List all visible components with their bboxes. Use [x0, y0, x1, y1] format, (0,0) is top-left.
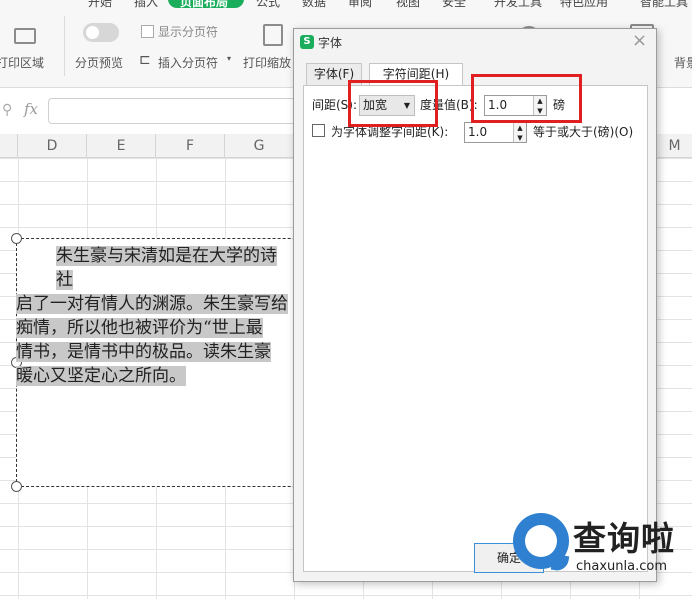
spin-down-icon[interactable]: ▼	[514, 133, 526, 143]
page-break-icon: ⊏	[139, 52, 151, 68]
magnifier-icon[interactable]: ⚲	[2, 102, 12, 118]
fx-icon[interactable]: fx	[24, 100, 38, 118]
ribbon-tabs: 开始 插入 页面布局 公式 数据 审阅 视图 安全 开发工具 特色应用 智能工具	[0, 0, 692, 10]
page-break-preview-label: 分页预览	[75, 56, 124, 70]
tab-formulas[interactable]: 公式	[256, 0, 280, 10]
watermark-text: 查询啦	[573, 519, 675, 558]
tab-review[interactable]: 审阅	[348, 0, 372, 10]
resize-handle-bottom-left[interactable]	[11, 481, 22, 492]
text-line: 启了一对有情人的渊源。朱生豪写给	[16, 294, 288, 314]
kerning-checkbox[interactable]	[312, 124, 325, 137]
text-line: 暖心又坚定心之所向。	[16, 366, 186, 386]
text-line: 朱生豪与宋清如是在大学的诗社	[56, 246, 277, 290]
text-box-content[interactable]: 朱生豪与宋清如是在大学的诗社 启了一对有情人的渊源。朱生豪写给 痴情，所以他也被…	[16, 244, 290, 388]
highlight-box-measure	[471, 74, 582, 123]
background-button[interactable]: 背景	[674, 54, 692, 71]
close-icon[interactable]: ×	[632, 31, 647, 51]
tab-page-layout-label: 页面布局	[180, 0, 229, 9]
kerning-spinner[interactable]: 1.0 ▲ ▼	[464, 122, 527, 143]
tab-smart-tools[interactable]: 智能工具	[640, 0, 688, 10]
character-spacing-panel: 间距(S): 加宽 ▼ 度量值(B): 1.0 ▲ ▼ 磅 为字体调整字间距(K…	[303, 85, 648, 572]
tab-data[interactable]: 数据	[302, 0, 326, 10]
text-line: 痴情，所以他也被评价为“世上最	[16, 318, 263, 338]
kerning-spin-buttons[interactable]: ▲ ▼	[513, 123, 526, 142]
page-break-preview-toggle[interactable]	[83, 23, 119, 42]
column-header-g[interactable]: G	[225, 134, 294, 158]
column-header-f[interactable]: F	[156, 134, 225, 158]
ribbon-divider	[64, 16, 65, 76]
print-area-button[interactable]: 打印区域	[0, 54, 44, 71]
resize-handle-top-left[interactable]	[11, 233, 22, 244]
chevron-down-icon[interactable]: ▾	[227, 54, 231, 63]
column-header-d[interactable]: D	[18, 134, 87, 158]
printer-icon[interactable]	[14, 28, 36, 44]
show-page-break-checkbox[interactable]	[141, 25, 154, 38]
print-scale-icon[interactable]	[263, 24, 283, 46]
insert-page-break-button[interactable]: 插入分页符	[158, 54, 218, 71]
wps-logo-icon: S	[300, 35, 314, 49]
show-page-break-label: 显示分页符	[158, 25, 219, 39]
kerning-value: 1.0	[468, 125, 488, 139]
kerning-suffix: 等于或大于(磅)(O)	[533, 125, 634, 139]
tab-view[interactable]: 视图	[396, 0, 420, 10]
highlight-box-spacing	[348, 80, 438, 127]
tab-home[interactable]: 开始	[88, 0, 112, 10]
column-header-corner	[0, 134, 18, 158]
watermark-url: chaxunla.com	[576, 559, 667, 574]
tab-special[interactable]: 特色应用	[560, 0, 608, 10]
column-header-m[interactable]: M	[657, 134, 692, 158]
tab-insert[interactable]: 插入	[134, 0, 158, 10]
tab-developer[interactable]: 开发工具	[494, 0, 542, 10]
tab-security[interactable]: 安全	[442, 0, 466, 10]
formula-input[interactable]	[48, 98, 308, 124]
dialog-title-bar[interactable]: S 字体 ×	[294, 29, 656, 55]
dialog-title: 字体	[318, 36, 343, 50]
spin-up-icon[interactable]: ▲	[514, 123, 526, 133]
print-scale-button[interactable]: 打印缩放	[243, 54, 291, 71]
column-header-e[interactable]: E	[87, 134, 156, 158]
text-line: 情书，是情书中的极品。读朱生豪	[16, 342, 271, 362]
